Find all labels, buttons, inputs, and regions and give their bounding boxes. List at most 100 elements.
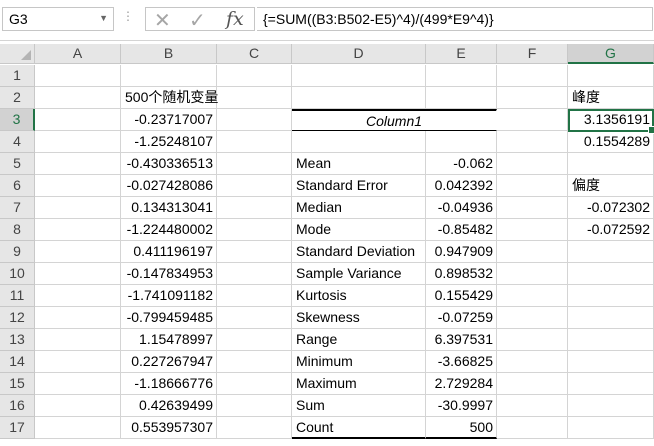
cell-a7[interactable]	[35, 197, 121, 219]
cell-e1[interactable]	[426, 65, 497, 87]
cell-f14[interactable]	[497, 351, 568, 373]
cell-a11[interactable]	[35, 285, 121, 307]
cell-d16[interactable]: Sum	[292, 395, 426, 417]
cell-a3[interactable]	[35, 109, 121, 131]
cell-d7[interactable]: Median	[292, 197, 426, 219]
cell-d9[interactable]: Standard Deviation	[292, 241, 426, 263]
column-header-g[interactable]: G	[568, 44, 654, 64]
cell-e16[interactable]: -30.9997	[426, 395, 497, 417]
cell-b3[interactable]: -0.23717007	[121, 109, 217, 131]
cell-d1[interactable]	[292, 65, 426, 87]
cell-g17[interactable]	[568, 417, 654, 439]
row-header-17[interactable]: 17	[0, 417, 35, 439]
column-header-a[interactable]: A	[35, 44, 121, 64]
cell-f11[interactable]	[497, 285, 568, 307]
cell-e7[interactable]: -0.04936	[426, 197, 497, 219]
cell-a5[interactable]	[35, 153, 121, 175]
cell-f17[interactable]	[497, 417, 568, 439]
cell-c2[interactable]	[217, 87, 292, 109]
cell-g13[interactable]	[568, 329, 654, 351]
column-header-f[interactable]: F	[497, 44, 568, 64]
chevron-down-icon[interactable]: ▼	[99, 13, 108, 23]
cell-c3[interactable]	[217, 109, 292, 131]
cell-e14[interactable]: -3.66825	[426, 351, 497, 373]
row-header-7[interactable]: 7	[0, 197, 35, 219]
cell-f16[interactable]	[497, 395, 568, 417]
cell-c4[interactable]	[217, 131, 292, 153]
cell-a17[interactable]	[35, 417, 121, 439]
column-header-b[interactable]: B	[121, 44, 217, 64]
cell-g15[interactable]	[568, 373, 654, 395]
cell-b17[interactable]: 0.553957307	[121, 417, 217, 439]
cell-f3[interactable]	[497, 109, 568, 131]
cell-b6[interactable]: -0.027428086	[121, 175, 217, 197]
cell-f7[interactable]	[497, 197, 568, 219]
cell-f9[interactable]	[497, 241, 568, 263]
cell-a15[interactable]	[35, 373, 121, 395]
cell-c5[interactable]	[217, 153, 292, 175]
row-header-10[interactable]: 10	[0, 263, 35, 285]
cell-e17[interactable]: 500	[426, 417, 497, 439]
row-header-2[interactable]: 2	[0, 87, 35, 109]
cell-e5[interactable]: -0.062	[426, 153, 497, 175]
cell-d8[interactable]: Mode	[292, 219, 426, 241]
row-header-12[interactable]: 12	[0, 307, 35, 329]
cell-f6[interactable]	[497, 175, 568, 197]
cell-g3[interactable]: 3.1356191	[568, 109, 654, 131]
cell-g11[interactable]	[568, 285, 654, 307]
cell-e8[interactable]: -0.85482	[426, 219, 497, 241]
cell-f5[interactable]	[497, 153, 568, 175]
select-all-button[interactable]	[0, 44, 35, 64]
cell-b2[interactable]: 500个随机变量	[121, 87, 218, 109]
column-header-d[interactable]: D	[292, 44, 426, 64]
cell-c14[interactable]	[217, 351, 292, 373]
cell-d12[interactable]: Skewness	[292, 307, 426, 329]
cell-b8[interactable]: -1.224480002	[121, 219, 217, 241]
cell-c11[interactable]	[217, 285, 292, 307]
cell-d17[interactable]: Count	[292, 417, 426, 439]
cell-e2[interactable]	[426, 87, 497, 109]
cell-g10[interactable]	[568, 263, 654, 285]
row-header-1[interactable]: 1	[0, 65, 35, 87]
cell-b5[interactable]: -0.430336513	[121, 153, 217, 175]
cell-g4[interactable]: 0.1554289	[568, 131, 654, 153]
cell-c8[interactable]	[217, 219, 292, 241]
cell-e12[interactable]: -0.07259	[426, 307, 497, 329]
cell-b7[interactable]: 0.134313041	[121, 197, 217, 219]
cell-c6[interactable]	[217, 175, 292, 197]
cell-f13[interactable]	[497, 329, 568, 351]
cell-f15[interactable]	[497, 373, 568, 395]
cell-g6[interactable]: 偏度	[568, 175, 654, 197]
row-header-6[interactable]: 6	[0, 175, 35, 197]
cell-d4[interactable]	[292, 131, 426, 153]
cell-d6[interactable]: Standard Error	[292, 175, 426, 197]
cell-c16[interactable]	[217, 395, 292, 417]
name-box[interactable]: G3 ▼	[2, 7, 114, 31]
enter-check-icon[interactable]: ✓	[189, 8, 206, 33]
cell-f4[interactable]	[497, 131, 568, 153]
insert-function-icon[interactable]: fx	[226, 8, 244, 30]
cell-b9[interactable]: 0.411196197	[121, 241, 217, 263]
cell-e9[interactable]: 0.947909	[426, 241, 497, 263]
row-header-4[interactable]: 4	[0, 131, 35, 153]
cell-c9[interactable]	[217, 241, 292, 263]
cell-g9[interactable]	[568, 241, 654, 263]
cell-e6[interactable]: 0.042392	[426, 175, 497, 197]
cell-d3[interactable]: Column1	[292, 109, 497, 131]
row-header-9[interactable]: 9	[0, 241, 35, 263]
cell-b1[interactable]	[121, 65, 217, 87]
cell-g2[interactable]: 峰度	[568, 87, 654, 109]
cell-c17[interactable]	[217, 417, 292, 439]
cell-d5[interactable]: Mean	[292, 153, 426, 175]
cell-e13[interactable]: 6.397531	[426, 329, 497, 351]
cell-g14[interactable]	[568, 351, 654, 373]
cell-d15[interactable]: Maximum	[292, 373, 426, 395]
cell-a10[interactable]	[35, 263, 121, 285]
cell-a14[interactable]	[35, 351, 121, 373]
cell-b4[interactable]: -1.25248107	[121, 131, 217, 153]
cell-a6[interactable]	[35, 175, 121, 197]
cell-a2[interactable]	[35, 87, 121, 109]
cell-a9[interactable]	[35, 241, 121, 263]
cell-a12[interactable]	[35, 307, 121, 329]
cell-c1[interactable]	[217, 65, 292, 87]
